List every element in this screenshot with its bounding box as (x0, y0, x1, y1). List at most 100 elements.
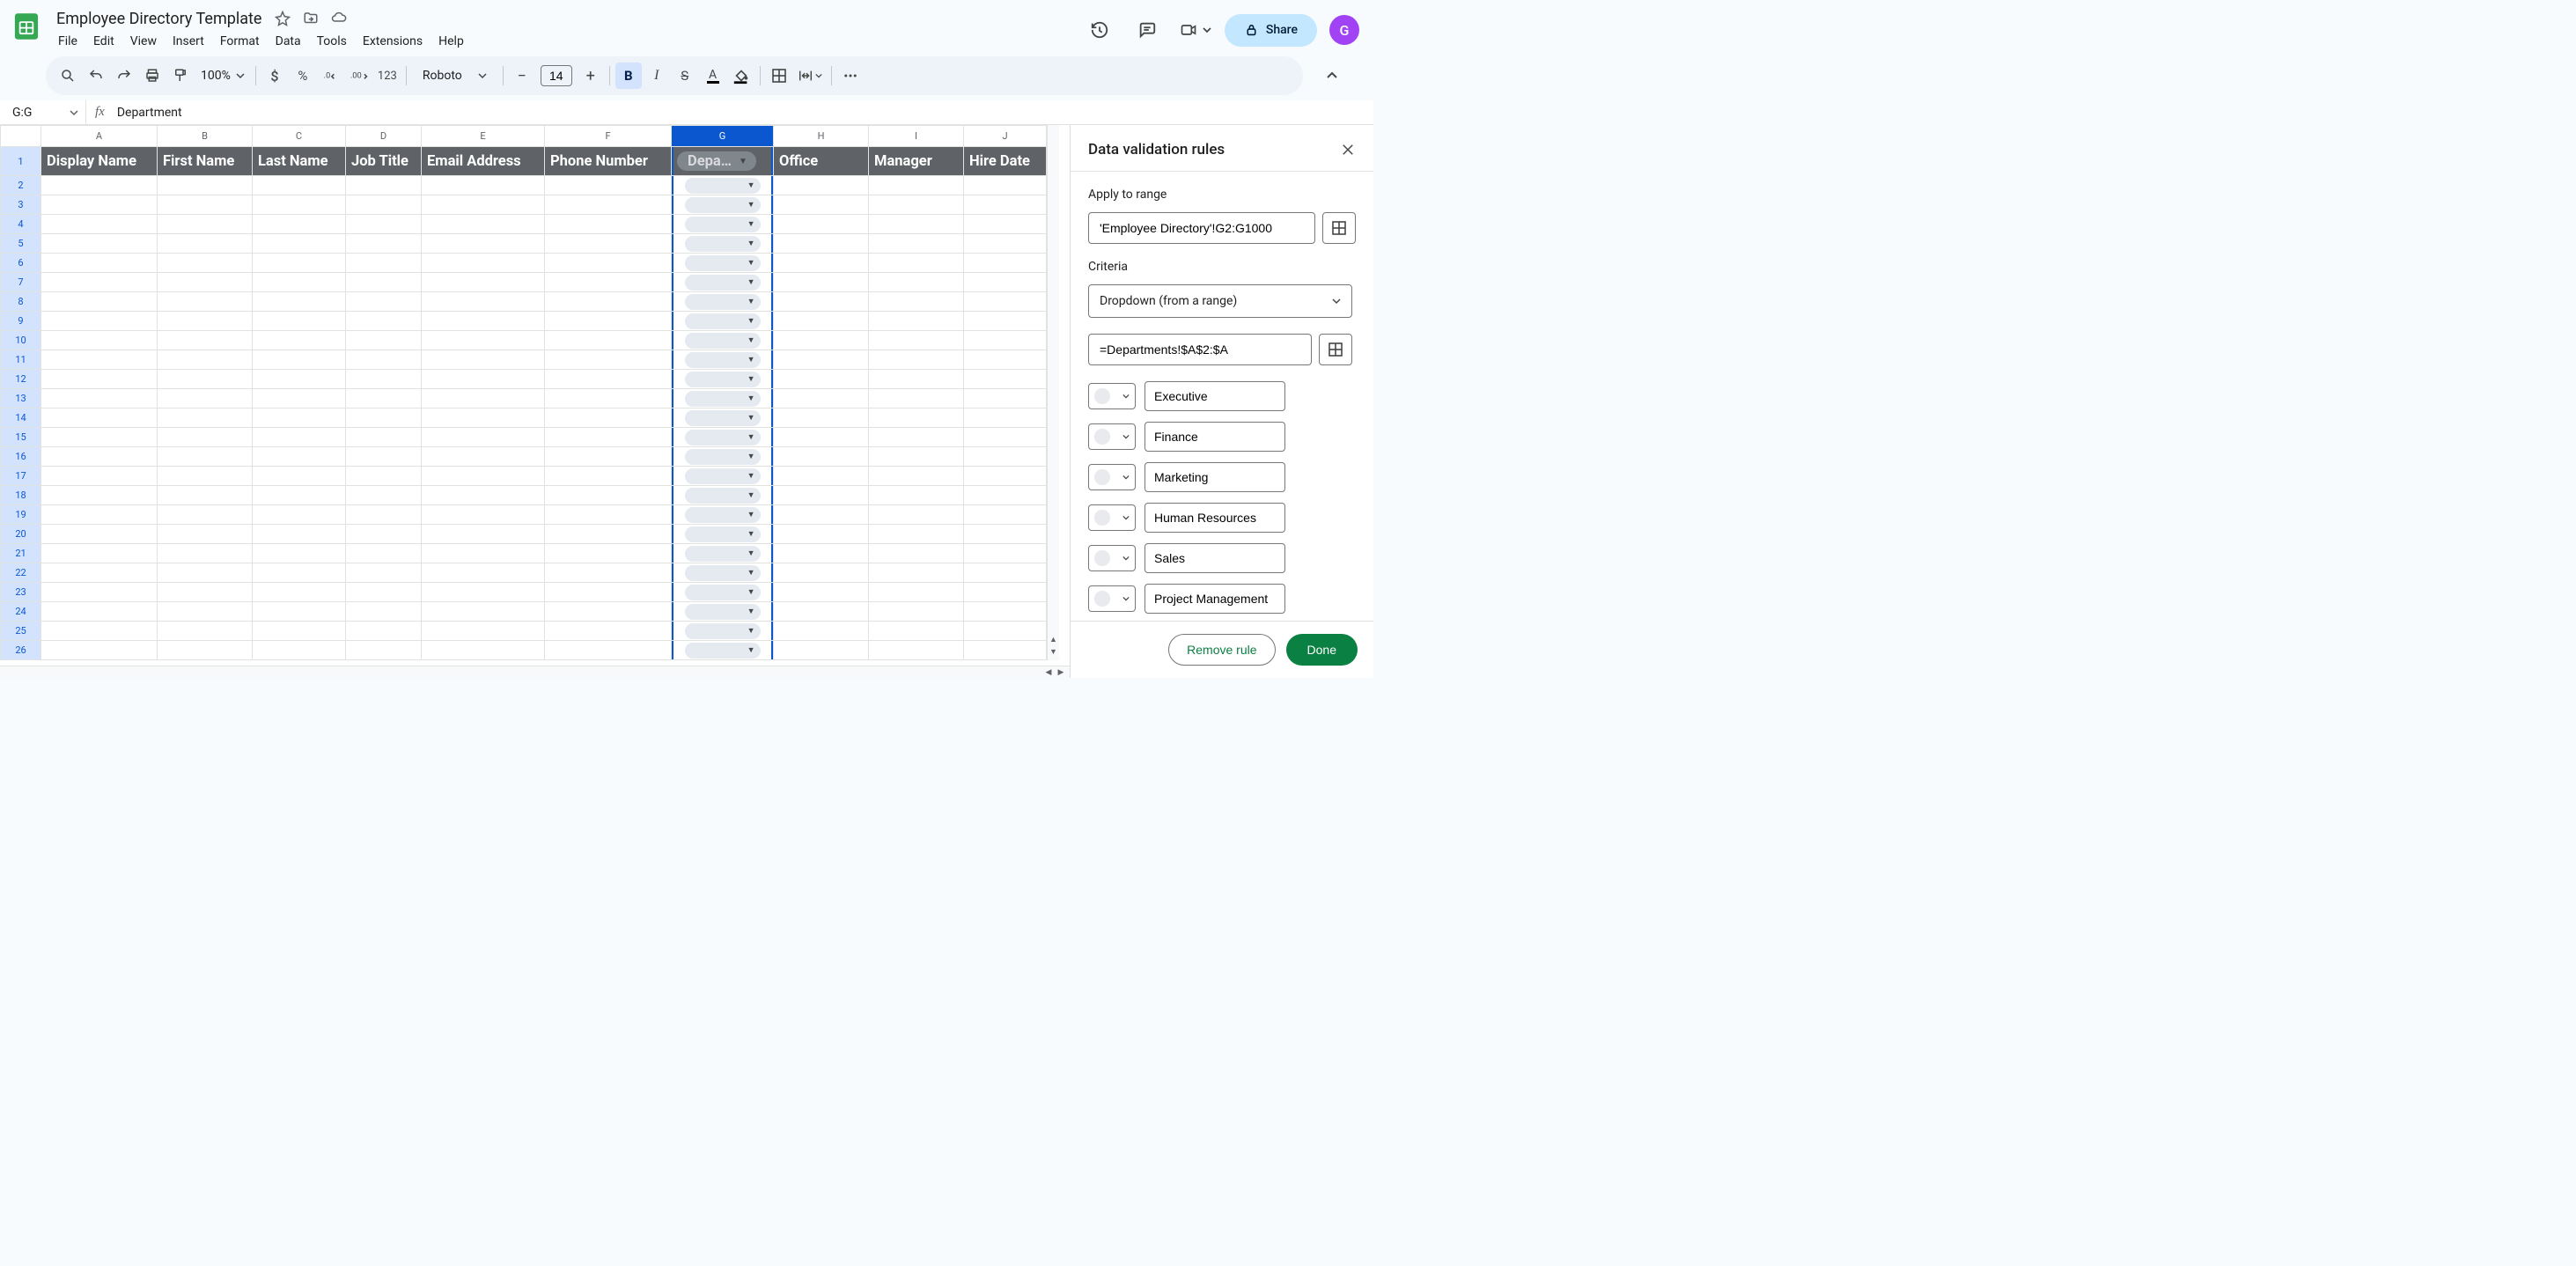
cell[interactable] (869, 641, 964, 660)
option-value-input[interactable] (1144, 422, 1285, 452)
cell[interactable] (346, 525, 422, 544)
row-header[interactable]: 26 (1, 641, 41, 660)
cell[interactable] (346, 254, 422, 273)
row-header[interactable]: 3 (1, 195, 41, 215)
option-value-input[interactable] (1144, 462, 1285, 492)
font-select[interactable]: Roboto (412, 69, 497, 83)
cell[interactable] (158, 602, 253, 622)
option-color-chip[interactable] (1088, 423, 1136, 450)
cell[interactable] (158, 176, 253, 195)
row-header[interactable]: 2 (1, 176, 41, 195)
cell[interactable] (253, 234, 346, 254)
merge-cells-icon[interactable] (794, 63, 826, 89)
cell[interactable] (545, 409, 672, 428)
cell[interactable] (964, 215, 1047, 234)
cell[interactable] (158, 622, 253, 641)
cell[interactable] (41, 350, 158, 370)
cell[interactable]: ▼ (672, 505, 774, 525)
horizontal-scrollbar[interactable]: ◀▶ (0, 666, 1070, 678)
zoom-select[interactable]: 100% (195, 69, 250, 83)
redo-icon[interactable] (111, 63, 137, 89)
menu-tools[interactable]: Tools (310, 32, 354, 51)
cell[interactable]: ▼ (672, 486, 774, 505)
cell[interactable] (964, 622, 1047, 641)
cell[interactable] (869, 370, 964, 389)
cell[interactable]: ▼ (672, 525, 774, 544)
cell[interactable] (545, 505, 672, 525)
bold-icon[interactable]: B (615, 63, 642, 89)
cell[interactable] (346, 409, 422, 428)
move-icon[interactable] (302, 10, 320, 27)
history-icon[interactable] (1082, 12, 1117, 48)
cell[interactable] (253, 254, 346, 273)
cell-dropdown-chip[interactable]: ▼ (685, 391, 761, 407)
cell[interactable] (545, 563, 672, 583)
row-header[interactable]: 1 (1, 147, 41, 176)
header-cell[interactable]: Office (774, 147, 869, 176)
cell[interactable] (158, 195, 253, 215)
cell-dropdown-chip[interactable]: ▼ (685, 217, 761, 232)
cell[interactable] (774, 331, 869, 350)
cell[interactable] (545, 312, 672, 331)
option-color-chip[interactable] (1088, 504, 1136, 531)
search-icon[interactable] (55, 63, 81, 89)
cell[interactable] (422, 195, 545, 215)
cell[interactable] (774, 602, 869, 622)
cell[interactable] (545, 544, 672, 563)
menu-help[interactable]: Help (431, 32, 471, 51)
cell[interactable] (422, 389, 545, 409)
cell[interactable] (158, 234, 253, 254)
decrease-font-icon[interactable]: − (509, 63, 535, 89)
cell[interactable]: ▼ (672, 273, 774, 292)
header-cell[interactable]: Last Name (253, 147, 346, 176)
menu-extensions[interactable]: Extensions (356, 32, 430, 51)
cell[interactable] (869, 447, 964, 467)
cell[interactable] (869, 525, 964, 544)
cell[interactable] (158, 331, 253, 350)
row-header[interactable]: 23 (1, 583, 41, 602)
row-header[interactable]: 9 (1, 312, 41, 331)
cell[interactable] (253, 389, 346, 409)
cell[interactable] (253, 447, 346, 467)
cell[interactable] (422, 234, 545, 254)
cell[interactable] (869, 195, 964, 215)
cell[interactable] (41, 525, 158, 544)
cell[interactable] (964, 486, 1047, 505)
row-header[interactable]: 14 (1, 409, 41, 428)
cell[interactable] (774, 273, 869, 292)
cell[interactable] (158, 525, 253, 544)
cell[interactable] (774, 389, 869, 409)
column-header[interactable]: A (41, 126, 158, 147)
row-header[interactable]: 20 (1, 525, 41, 544)
option-color-chip[interactable] (1088, 585, 1136, 612)
cell[interactable] (545, 641, 672, 660)
header-cell[interactable]: First Name (158, 147, 253, 176)
cell[interactable] (869, 544, 964, 563)
cell[interactable] (422, 563, 545, 583)
cell[interactable] (774, 215, 869, 234)
cell[interactable]: ▼ (672, 195, 774, 215)
cell[interactable] (346, 292, 422, 312)
cell[interactable] (41, 467, 158, 486)
share-button[interactable]: Share (1225, 14, 1317, 47)
cell[interactable] (41, 447, 158, 467)
row-header[interactable]: 16 (1, 447, 41, 467)
cell-dropdown-chip[interactable]: ▼ (685, 604, 761, 620)
cell[interactable] (774, 583, 869, 602)
cell[interactable]: ▼ (672, 409, 774, 428)
option-color-chip[interactable] (1088, 383, 1136, 409)
cell[interactable] (774, 467, 869, 486)
cell[interactable] (869, 350, 964, 370)
column-header[interactable]: C (253, 126, 346, 147)
decrease-decimal-icon[interactable]: .0 (318, 63, 344, 89)
cell[interactable] (545, 370, 672, 389)
cell[interactable] (253, 505, 346, 525)
cell[interactable] (869, 273, 964, 292)
cell[interactable] (253, 176, 346, 195)
cell[interactable] (41, 409, 158, 428)
row-header[interactable]: 13 (1, 389, 41, 409)
cell[interactable] (964, 292, 1047, 312)
cell[interactable] (964, 602, 1047, 622)
cell[interactable] (41, 254, 158, 273)
cell[interactable] (774, 350, 869, 370)
